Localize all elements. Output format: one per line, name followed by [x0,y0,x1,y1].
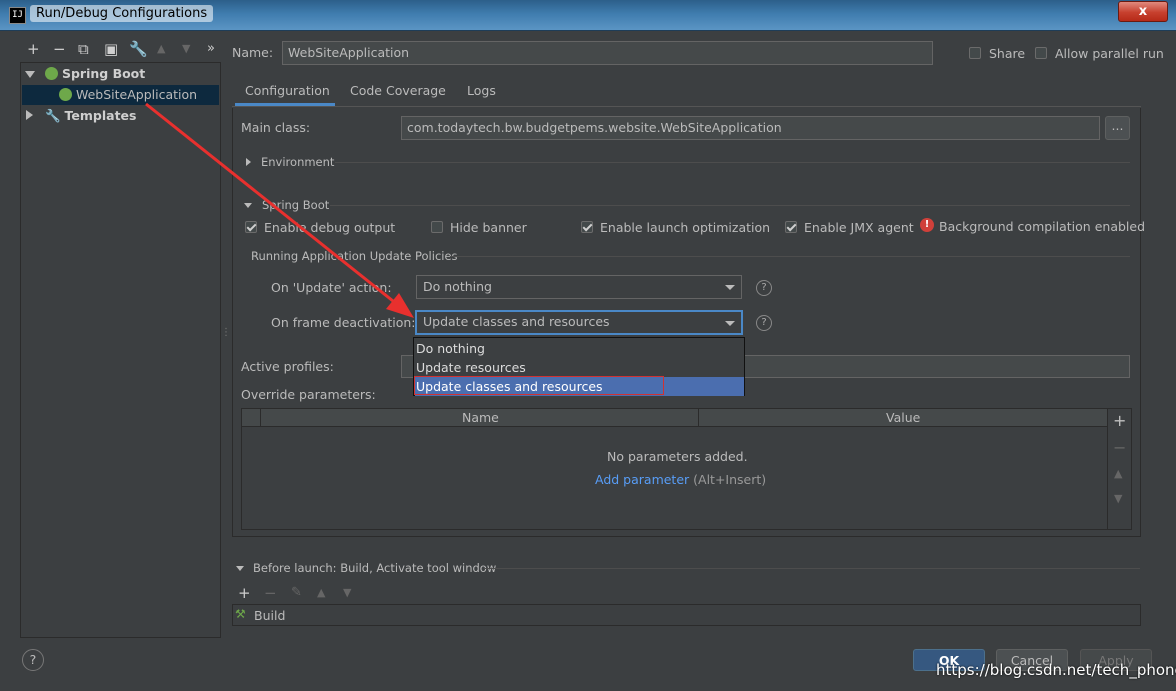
wrench-icon: 🔧 [44,108,61,123]
browse-button[interactable]: ... [1105,116,1130,140]
share-checkbox[interactable] [969,47,981,59]
collapse-icon[interactable] [26,110,33,120]
active-profiles-label: Active profiles: [241,359,334,374]
hide-banner-checkbox[interactable] [431,221,443,233]
move-up-icon[interactable]: ▲ [157,41,165,57]
add-parameter-link[interactable]: Add parameter [595,472,689,487]
hide-banner-label: Hide banner [450,220,527,235]
share-label: Share [989,46,1026,61]
tree-label: Templates [64,108,137,123]
tab-configuration[interactable]: Configuration [235,82,335,106]
add-row-icon[interactable]: + [1113,413,1126,429]
window-title: Run/Debug Configurations [30,5,214,22]
move-down-icon[interactable]: ▼ [182,41,190,57]
splitter-handle[interactable]: ⋮ [221,328,231,338]
remove-icon[interactable]: − [53,41,66,57]
expand-icon[interactable] [25,71,35,78]
allow-parallel-checkbox[interactable] [1035,47,1047,59]
override-parameters-label: Override parameters: [241,387,376,402]
column-divider [698,409,699,426]
collapse-before-launch-icon[interactable] [236,566,244,571]
divider [330,205,1130,206]
option-do-nothing[interactable]: Do nothing [415,339,744,358]
close-button[interactable]: x [1118,1,1168,22]
update-policies-label: Running Application Update Policies [251,249,458,263]
help-icon[interactable]: ? [756,315,772,331]
on-update-value: Do nothing [423,279,492,294]
on-update-select[interactable]: Do nothing [416,275,742,299]
tab-code-coverage[interactable]: Code Coverage [350,82,446,106]
edit-task-icon[interactable]: ✎ [291,585,302,600]
enable-debug-output-checkbox[interactable] [245,221,257,233]
spring-boot-app-icon [59,88,72,101]
name-input[interactable]: WebSiteApplication [282,41,933,65]
on-frame-deactivation-label: On frame deactivation: [271,315,416,330]
on-update-label: On 'Update' action: [271,280,392,295]
before-launch-title[interactable]: Before launch: Build, Activate tool wind… [253,561,496,575]
move-up-icon[interactable]: ▲ [317,586,325,599]
main-class-input[interactable]: com.todaytech.bw.budgetpems.website.WebS… [401,116,1100,140]
enable-launch-optimization-checkbox[interactable] [581,221,593,233]
allow-parallel-label: Allow parallel run [1055,46,1164,61]
divider [484,568,1140,569]
divider [335,162,1130,163]
remove-row-icon[interactable]: − [1113,440,1126,456]
column-header-value[interactable]: Value [886,410,920,425]
watermark: https://blog.csdn.net/tech_phone [936,661,1176,679]
add-parameter-shortcut: (Alt+Insert) [693,472,767,487]
move-down-icon[interactable]: ▼ [1114,491,1122,507]
main-class-label: Main class: [241,120,311,135]
help-button[interactable]: ? [22,649,44,671]
on-frame-deactivation-select[interactable]: Update classes and resources [415,310,743,335]
move-down-icon[interactable]: ▼ [343,586,351,599]
column-divider [260,409,261,426]
on-frame-deactivation-value: Update classes and resources [423,314,610,329]
enable-jmx-agent-checkbox[interactable] [785,221,797,233]
add-icon[interactable]: + [27,41,40,57]
tab-logs[interactable]: Logs [467,82,496,106]
enable-launch-optimization-label: Enable launch optimization [600,220,771,235]
copy-icon[interactable]: ⧉ [78,41,89,57]
error-icon: ! [920,218,934,232]
add-parameter-row: Add parameter (Alt+Insert) [595,472,766,487]
wrench-icon[interactable]: 🔧 [129,41,148,57]
hammer-icon: ⚒ [235,607,246,621]
column-header-name[interactable]: Name [462,410,499,425]
divider [450,256,1130,257]
remove-task-icon[interactable]: − [264,584,277,602]
spring-boot-section[interactable]: Spring Boot [262,198,329,212]
tree-node-spring-boot[interactable]: Spring Boot [25,64,145,84]
spring-boot-icon [44,67,58,80]
tree-node-websiteapplication[interactable]: WebSiteApplication [22,85,219,105]
enable-debug-output-label: Enable debug output [264,220,396,235]
title-bar: IJ Run/Debug Configurations x [0,0,1176,31]
config-tree: Spring Boot WebSiteApplication 🔧 Templat… [20,62,221,638]
add-task-icon[interactable]: + [238,584,251,602]
environment-section[interactable]: Environment [261,155,334,169]
tree-label: WebSiteApplication [75,87,198,102]
chevron-down-icon [725,321,735,326]
expand-environment-icon[interactable] [246,158,251,166]
before-launch-list [232,604,1141,626]
background-compilation-label: Background compilation enabled [939,219,1146,234]
intellij-icon: IJ [9,7,26,24]
tabs-divider [232,106,1141,107]
help-icon[interactable]: ? [756,280,772,296]
tree-label: Spring Boot [61,66,146,81]
empty-table-text: No parameters added. [607,449,748,464]
collapse-spring-boot-icon[interactable] [244,203,252,208]
option-update-resources[interactable]: Update resources [415,358,744,377]
enable-jmx-agent-label: Enable JMX agent [804,220,914,235]
more-icon[interactable]: » [207,41,215,57]
name-label: Name: [232,45,274,60]
highlight-box [414,376,664,395]
save-icon[interactable]: ▣ [104,41,118,57]
chevron-down-icon [725,285,735,290]
table-header: Name Value [242,409,1107,427]
move-up-icon[interactable]: ▲ [1114,466,1122,482]
tree-node-templates[interactable]: 🔧 Templates [26,106,136,126]
build-task[interactable]: Build [254,608,285,623]
